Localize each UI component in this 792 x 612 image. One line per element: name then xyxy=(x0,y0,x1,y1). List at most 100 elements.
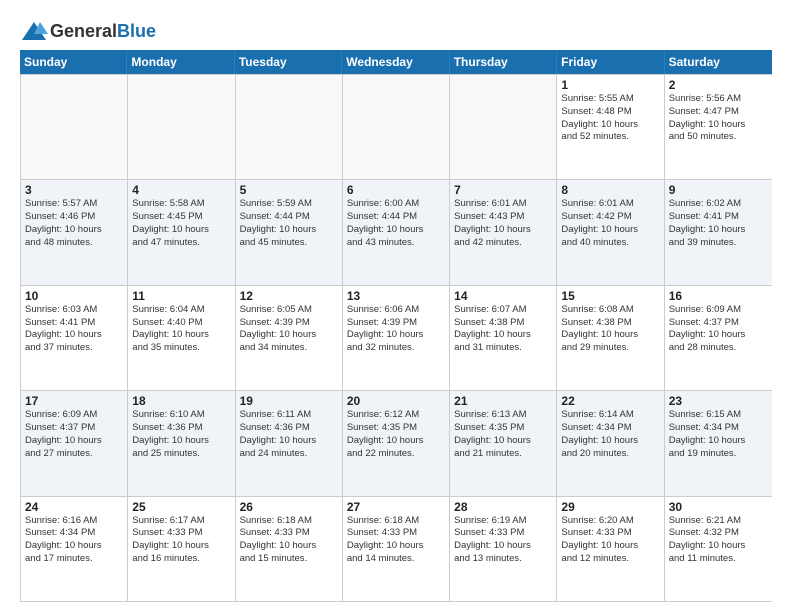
calendar-header: SundayMondayTuesdayWednesdayThursdayFrid… xyxy=(20,50,772,74)
day-cell-1: 1Sunrise: 5:55 AM Sunset: 4:48 PM Daylig… xyxy=(557,75,664,179)
day-number: 27 xyxy=(347,500,445,514)
day-info: Sunrise: 6:18 AM Sunset: 4:33 PM Dayligh… xyxy=(347,515,445,566)
day-info: Sunrise: 6:19 AM Sunset: 4:33 PM Dayligh… xyxy=(454,515,552,566)
calendar-row-5: 24Sunrise: 6:16 AM Sunset: 4:34 PM Dayli… xyxy=(21,496,772,601)
day-info: Sunrise: 6:01 AM Sunset: 4:43 PM Dayligh… xyxy=(454,198,552,249)
day-info: Sunrise: 6:12 AM Sunset: 4:35 PM Dayligh… xyxy=(347,409,445,460)
day-number: 26 xyxy=(240,500,338,514)
day-cell-24: 24Sunrise: 6:16 AM Sunset: 4:34 PM Dayli… xyxy=(21,497,128,601)
empty-cell xyxy=(21,75,128,179)
day-info: Sunrise: 6:02 AM Sunset: 4:41 PM Dayligh… xyxy=(669,198,768,249)
weekday-header-sunday: Sunday xyxy=(20,50,127,74)
calendar-row-3: 10Sunrise: 6:03 AM Sunset: 4:41 PM Dayli… xyxy=(21,285,772,390)
day-cell-26: 26Sunrise: 6:18 AM Sunset: 4:33 PM Dayli… xyxy=(236,497,343,601)
day-cell-28: 28Sunrise: 6:19 AM Sunset: 4:33 PM Dayli… xyxy=(450,497,557,601)
day-info: Sunrise: 6:06 AM Sunset: 4:39 PM Dayligh… xyxy=(347,304,445,355)
day-number: 7 xyxy=(454,183,552,197)
day-number: 23 xyxy=(669,394,768,408)
day-info: Sunrise: 6:08 AM Sunset: 4:38 PM Dayligh… xyxy=(561,304,659,355)
day-number: 28 xyxy=(454,500,552,514)
logo-icon xyxy=(20,20,48,42)
day-cell-15: 15Sunrise: 6:08 AM Sunset: 4:38 PM Dayli… xyxy=(557,286,664,390)
day-info: Sunrise: 6:20 AM Sunset: 4:33 PM Dayligh… xyxy=(561,515,659,566)
weekday-header-monday: Monday xyxy=(127,50,234,74)
day-cell-12: 12Sunrise: 6:05 AM Sunset: 4:39 PM Dayli… xyxy=(236,286,343,390)
day-number: 25 xyxy=(132,500,230,514)
day-number: 12 xyxy=(240,289,338,303)
day-info: Sunrise: 6:04 AM Sunset: 4:40 PM Dayligh… xyxy=(132,304,230,355)
header: GeneralBlue xyxy=(20,16,772,42)
weekday-header-tuesday: Tuesday xyxy=(235,50,342,74)
day-cell-18: 18Sunrise: 6:10 AM Sunset: 4:36 PM Dayli… xyxy=(128,391,235,495)
day-number: 20 xyxy=(347,394,445,408)
day-number: 18 xyxy=(132,394,230,408)
day-cell-17: 17Sunrise: 6:09 AM Sunset: 4:37 PM Dayli… xyxy=(21,391,128,495)
day-cell-14: 14Sunrise: 6:07 AM Sunset: 4:38 PM Dayli… xyxy=(450,286,557,390)
day-info: Sunrise: 5:57 AM Sunset: 4:46 PM Dayligh… xyxy=(25,198,123,249)
day-number: 10 xyxy=(25,289,123,303)
calendar-body: 1Sunrise: 5:55 AM Sunset: 4:48 PM Daylig… xyxy=(20,74,772,602)
day-number: 22 xyxy=(561,394,659,408)
day-cell-5: 5Sunrise: 5:59 AM Sunset: 4:44 PM Daylig… xyxy=(236,180,343,284)
day-info: Sunrise: 6:01 AM Sunset: 4:42 PM Dayligh… xyxy=(561,198,659,249)
day-info: Sunrise: 6:09 AM Sunset: 4:37 PM Dayligh… xyxy=(25,409,123,460)
day-number: 17 xyxy=(25,394,123,408)
calendar-row-4: 17Sunrise: 6:09 AM Sunset: 4:37 PM Dayli… xyxy=(21,390,772,495)
day-info: Sunrise: 6:15 AM Sunset: 4:34 PM Dayligh… xyxy=(669,409,768,460)
day-number: 14 xyxy=(454,289,552,303)
day-number: 9 xyxy=(669,183,768,197)
logo-blue: Blue xyxy=(117,21,156,41)
day-info: Sunrise: 5:58 AM Sunset: 4:45 PM Dayligh… xyxy=(132,198,230,249)
weekday-header-friday: Friday xyxy=(557,50,664,74)
day-number: 29 xyxy=(561,500,659,514)
day-number: 5 xyxy=(240,183,338,197)
day-cell-7: 7Sunrise: 6:01 AM Sunset: 4:43 PM Daylig… xyxy=(450,180,557,284)
day-cell-20: 20Sunrise: 6:12 AM Sunset: 4:35 PM Dayli… xyxy=(343,391,450,495)
day-number: 11 xyxy=(132,289,230,303)
day-number: 1 xyxy=(561,78,659,92)
day-info: Sunrise: 6:17 AM Sunset: 4:33 PM Dayligh… xyxy=(132,515,230,566)
day-cell-27: 27Sunrise: 6:18 AM Sunset: 4:33 PM Dayli… xyxy=(343,497,450,601)
day-number: 16 xyxy=(669,289,768,303)
day-number: 3 xyxy=(25,183,123,197)
day-info: Sunrise: 6:03 AM Sunset: 4:41 PM Dayligh… xyxy=(25,304,123,355)
empty-cell xyxy=(450,75,557,179)
day-cell-11: 11Sunrise: 6:04 AM Sunset: 4:40 PM Dayli… xyxy=(128,286,235,390)
day-info: Sunrise: 6:16 AM Sunset: 4:34 PM Dayligh… xyxy=(25,515,123,566)
day-info: Sunrise: 6:10 AM Sunset: 4:36 PM Dayligh… xyxy=(132,409,230,460)
day-cell-19: 19Sunrise: 6:11 AM Sunset: 4:36 PM Dayli… xyxy=(236,391,343,495)
day-info: Sunrise: 6:05 AM Sunset: 4:39 PM Dayligh… xyxy=(240,304,338,355)
calendar: SundayMondayTuesdayWednesdayThursdayFrid… xyxy=(20,50,772,602)
day-number: 24 xyxy=(25,500,123,514)
day-cell-21: 21Sunrise: 6:13 AM Sunset: 4:35 PM Dayli… xyxy=(450,391,557,495)
day-number: 13 xyxy=(347,289,445,303)
day-cell-9: 9Sunrise: 6:02 AM Sunset: 4:41 PM Daylig… xyxy=(665,180,772,284)
weekday-header-wednesday: Wednesday xyxy=(342,50,449,74)
day-cell-3: 3Sunrise: 5:57 AM Sunset: 4:46 PM Daylig… xyxy=(21,180,128,284)
day-number: 6 xyxy=(347,183,445,197)
page: GeneralBlue SundayMondayTuesdayWednesday… xyxy=(0,0,792,612)
day-info: Sunrise: 6:14 AM Sunset: 4:34 PM Dayligh… xyxy=(561,409,659,460)
day-info: Sunrise: 6:00 AM Sunset: 4:44 PM Dayligh… xyxy=(347,198,445,249)
day-cell-23: 23Sunrise: 6:15 AM Sunset: 4:34 PM Dayli… xyxy=(665,391,772,495)
day-info: Sunrise: 6:07 AM Sunset: 4:38 PM Dayligh… xyxy=(454,304,552,355)
weekday-header-thursday: Thursday xyxy=(450,50,557,74)
logo: GeneralBlue xyxy=(20,20,156,42)
day-number: 19 xyxy=(240,394,338,408)
day-info: Sunrise: 6:18 AM Sunset: 4:33 PM Dayligh… xyxy=(240,515,338,566)
day-number: 30 xyxy=(669,500,768,514)
day-cell-25: 25Sunrise: 6:17 AM Sunset: 4:33 PM Dayli… xyxy=(128,497,235,601)
day-cell-2: 2Sunrise: 5:56 AM Sunset: 4:47 PM Daylig… xyxy=(665,75,772,179)
day-cell-29: 29Sunrise: 6:20 AM Sunset: 4:33 PM Dayli… xyxy=(557,497,664,601)
day-cell-30: 30Sunrise: 6:21 AM Sunset: 4:32 PM Dayli… xyxy=(665,497,772,601)
day-info: Sunrise: 6:21 AM Sunset: 4:32 PM Dayligh… xyxy=(669,515,768,566)
empty-cell xyxy=(236,75,343,179)
day-number: 8 xyxy=(561,183,659,197)
day-cell-6: 6Sunrise: 6:00 AM Sunset: 4:44 PM Daylig… xyxy=(343,180,450,284)
day-cell-10: 10Sunrise: 6:03 AM Sunset: 4:41 PM Dayli… xyxy=(21,286,128,390)
day-number: 2 xyxy=(669,78,768,92)
day-info: Sunrise: 6:11 AM Sunset: 4:36 PM Dayligh… xyxy=(240,409,338,460)
day-cell-16: 16Sunrise: 6:09 AM Sunset: 4:37 PM Dayli… xyxy=(665,286,772,390)
day-info: Sunrise: 6:09 AM Sunset: 4:37 PM Dayligh… xyxy=(669,304,768,355)
day-cell-22: 22Sunrise: 6:14 AM Sunset: 4:34 PM Dayli… xyxy=(557,391,664,495)
